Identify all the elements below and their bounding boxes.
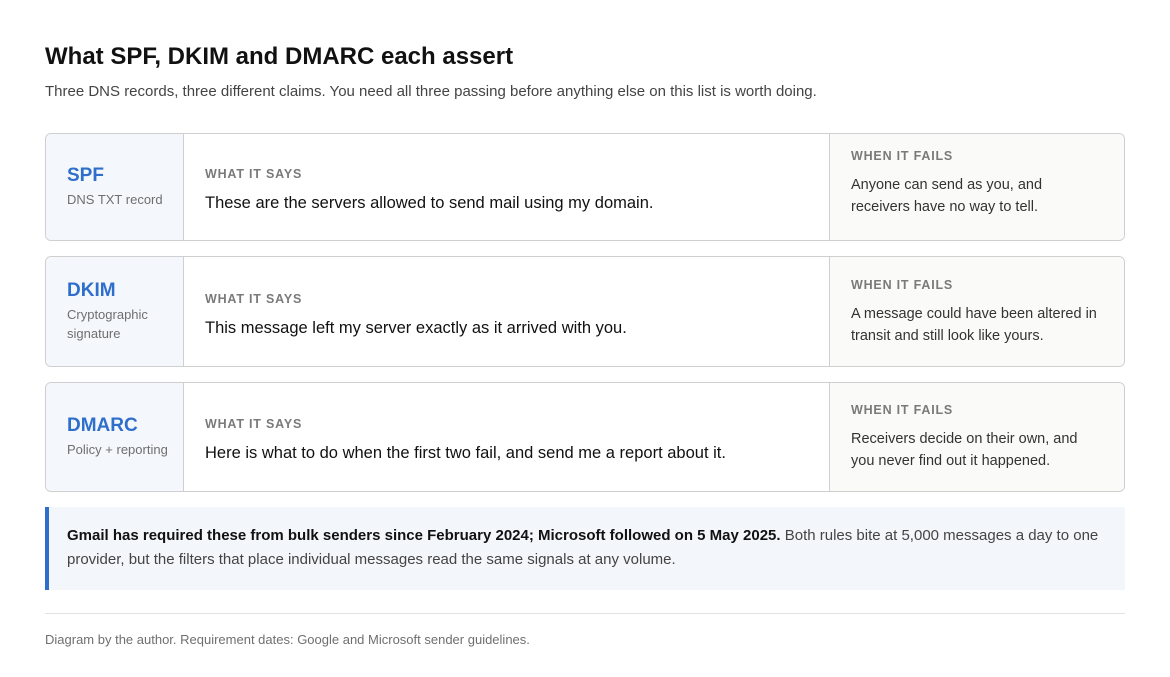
- record-cards: SPF DNS TXT record WHAT IT SAYS These ar…: [45, 133, 1125, 492]
- fails-label: WHEN IT FAILS: [851, 277, 954, 292]
- footnote: Diagram by the author. Requirement dates…: [45, 632, 530, 647]
- record-name: DKIM: [67, 280, 116, 301]
- page: What SPF, DKIM and DMARC each assert Thr…: [0, 0, 1170, 649]
- record-kind: Policy + reporting: [67, 442, 168, 457]
- page-title: What SPF, DKIM and DMARC each assert: [45, 43, 514, 70]
- callout-emphasis: Gmail has required these from bulk sende…: [67, 527, 781, 544]
- fails-text: A message could have been altered in tra…: [851, 305, 1097, 344]
- fails-text: Anyone can send as you, and receivers ha…: [851, 177, 1043, 215]
- record-name: SPF: [67, 165, 104, 186]
- record-name: DMARC: [67, 415, 138, 436]
- record-name-panel: SPF DNS TXT record: [46, 134, 184, 240]
- record-card-spf: SPF DNS TXT record WHAT IT SAYS These ar…: [45, 133, 1125, 241]
- says-label: WHAT IT SAYS: [205, 167, 303, 181]
- record-fails-panel: WHEN IT FAILS Receivers decide on their …: [829, 383, 1124, 491]
- record-card-dkim: DKIM Cryptographic signature WHAT IT SAY…: [45, 256, 1125, 367]
- record-says-panel: WHAT IT SAYS This message left my server…: [184, 257, 829, 366]
- says-label: WHAT IT SAYS: [205, 417, 303, 431]
- fails-text: Receivers decide on their own, and you n…: [851, 431, 1078, 469]
- page-subtitle: Three DNS records, three different claim…: [45, 83, 817, 100]
- says-label: WHAT IT SAYS: [205, 291, 303, 306]
- says-text: This message left my server exactly as i…: [205, 318, 627, 337]
- record-name-panel: DKIM Cryptographic signature: [46, 257, 184, 366]
- requirements-callout: Gmail has required these from bulk sende…: [45, 507, 1125, 590]
- says-text: These are the servers allowed to send ma…: [205, 194, 654, 212]
- record-says-panel: WHAT IT SAYS These are the servers allow…: [184, 134, 829, 240]
- fails-label: WHEN IT FAILS: [851, 149, 954, 163]
- record-fails-panel: WHEN IT FAILS Anyone can send as you, an…: [829, 134, 1124, 240]
- record-kind: DNS TXT record: [67, 192, 163, 207]
- record-kind: Cryptographic signature: [67, 307, 148, 341]
- says-text: Here is what to do when the first two fa…: [205, 444, 726, 462]
- divider: [45, 613, 1125, 614]
- record-fails-panel: WHEN IT FAILS A message could have been …: [829, 257, 1124, 366]
- record-says-panel: WHAT IT SAYS Here is what to do when the…: [184, 383, 829, 491]
- record-card-dmarc: DMARC Policy + reporting WHAT IT SAYS He…: [45, 382, 1125, 492]
- fails-label: WHEN IT FAILS: [851, 403, 954, 417]
- record-name-panel: DMARC Policy + reporting: [46, 383, 184, 491]
